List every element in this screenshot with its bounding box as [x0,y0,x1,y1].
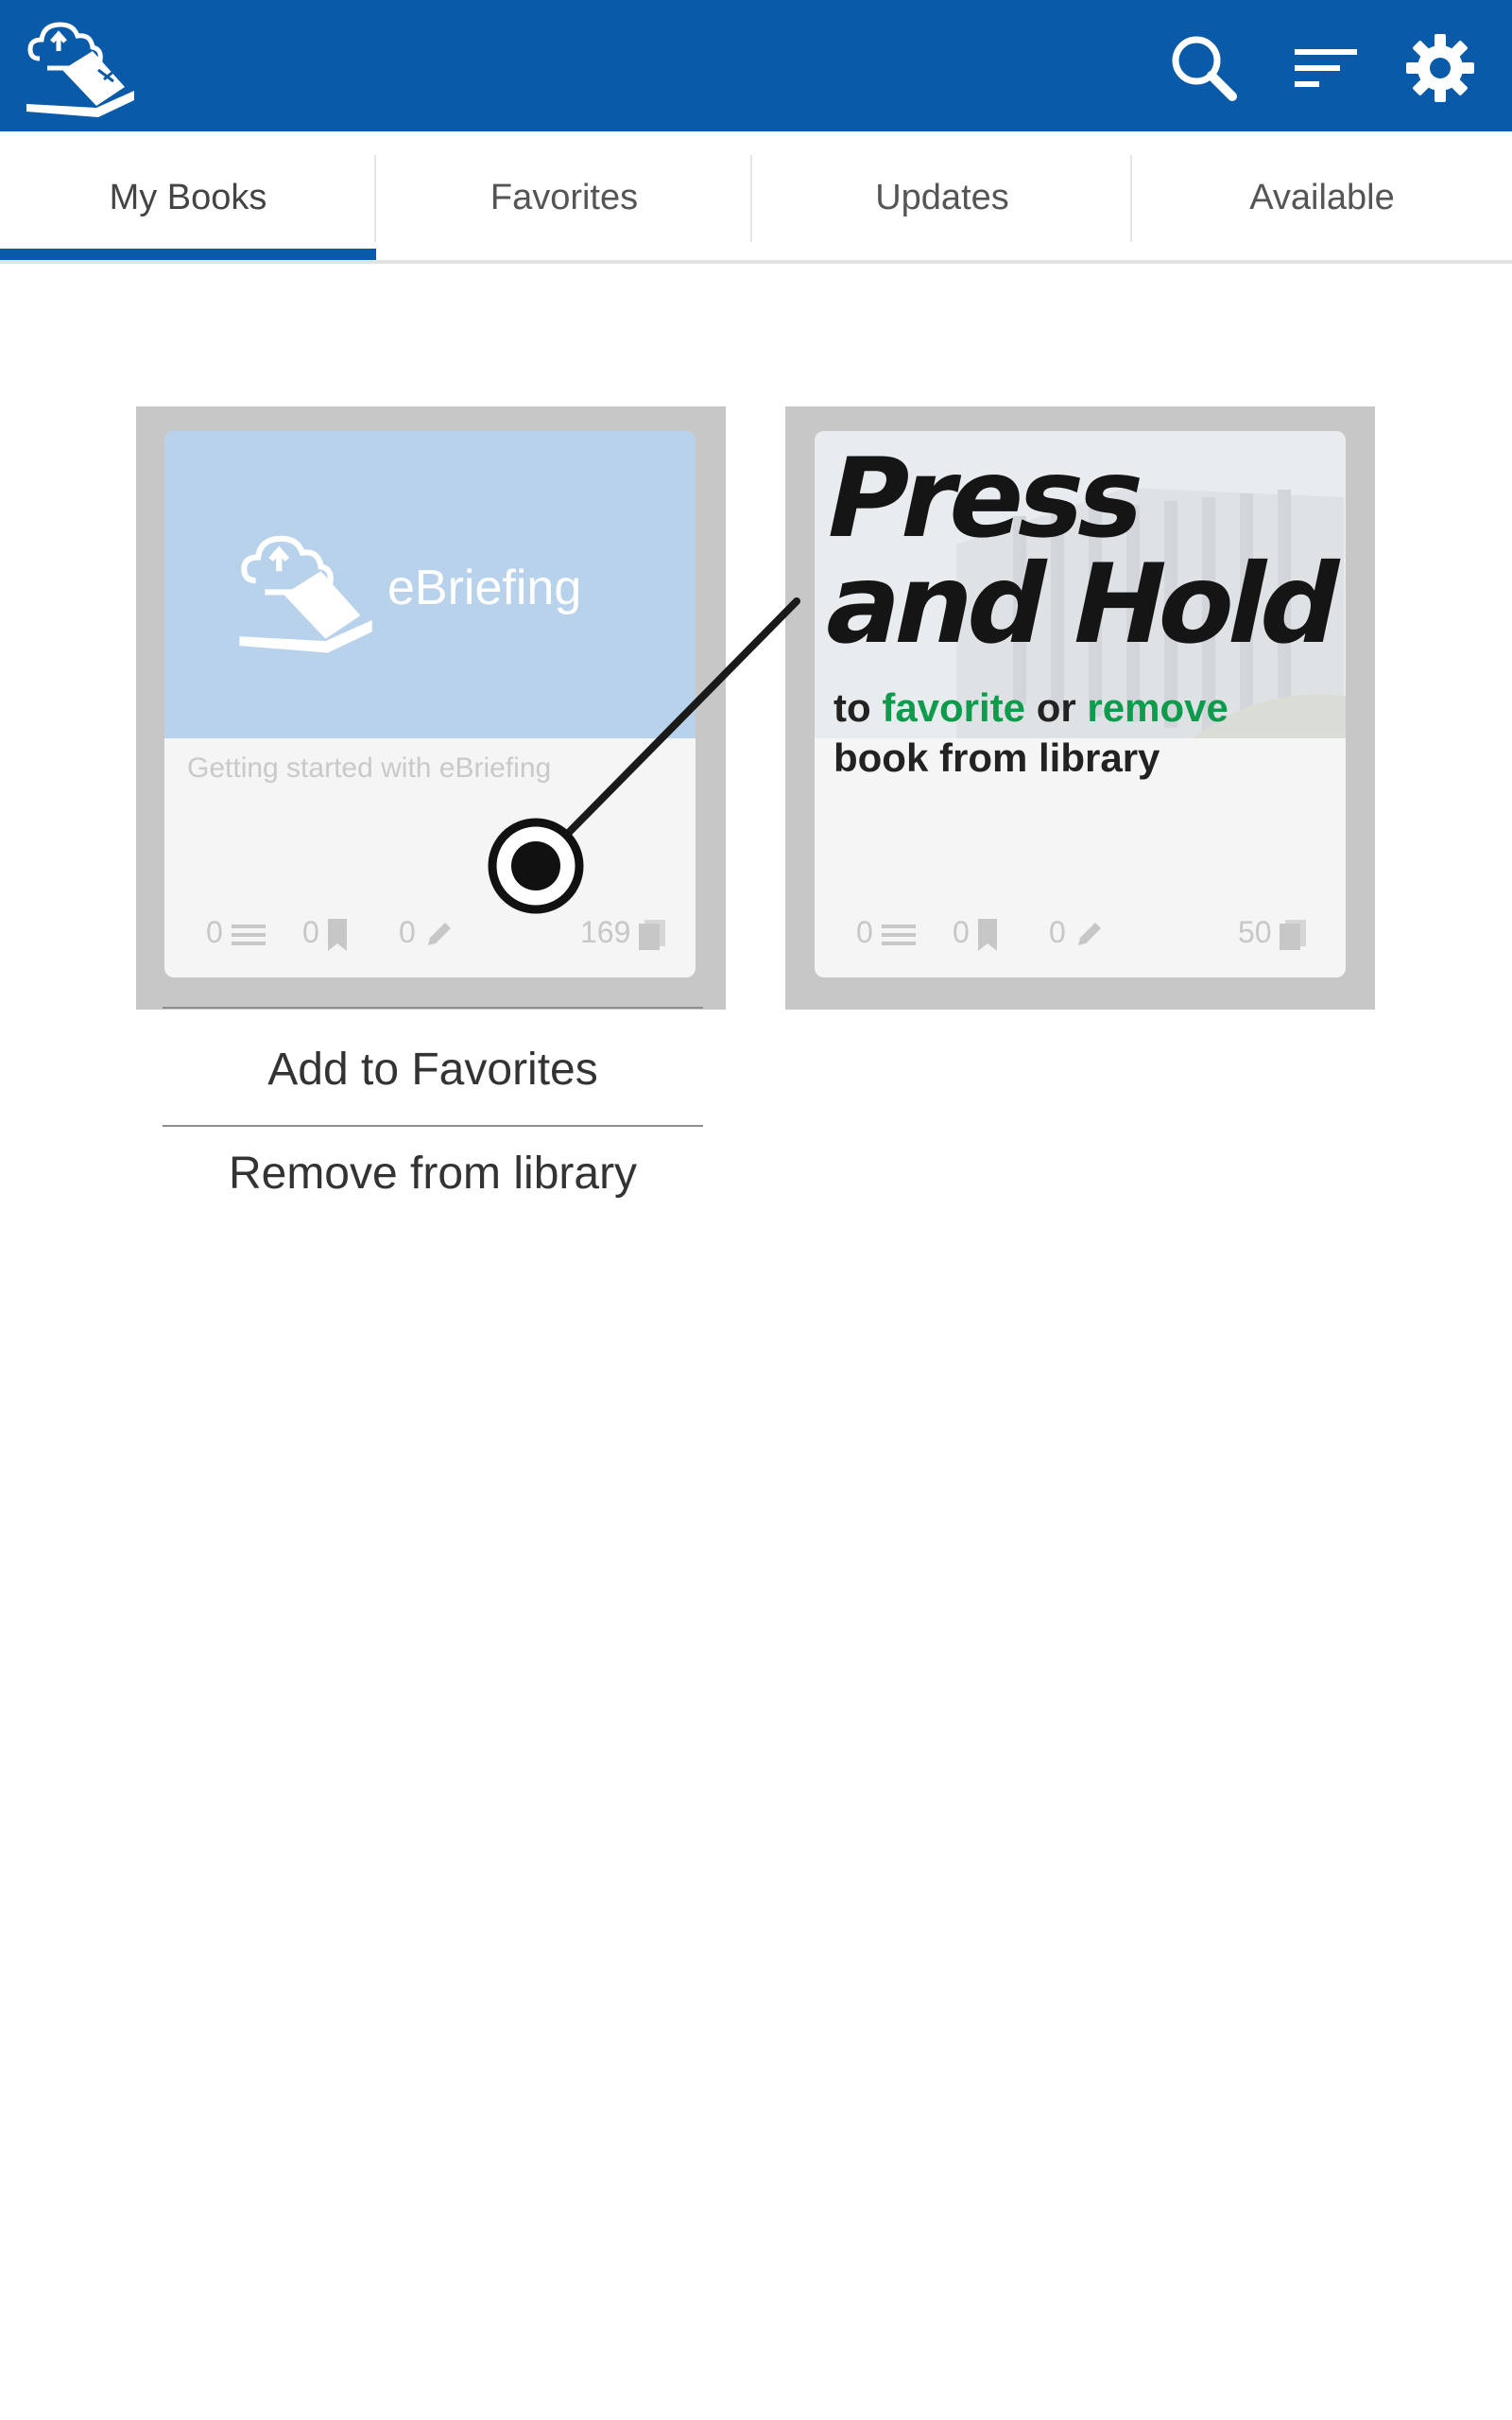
touch-target-icon [492,822,579,909]
hint-subtext-line2: book from library [833,735,1160,780]
hint-press: Press [814,435,1153,562]
hint-subtext-line1: to favorite or remove [833,685,1228,730]
tutorial-pointer [488,597,800,914]
remove-from-library-button[interactable]: Remove from library [163,1121,703,1227]
hint-and-hold: and Hold [814,541,1349,668]
